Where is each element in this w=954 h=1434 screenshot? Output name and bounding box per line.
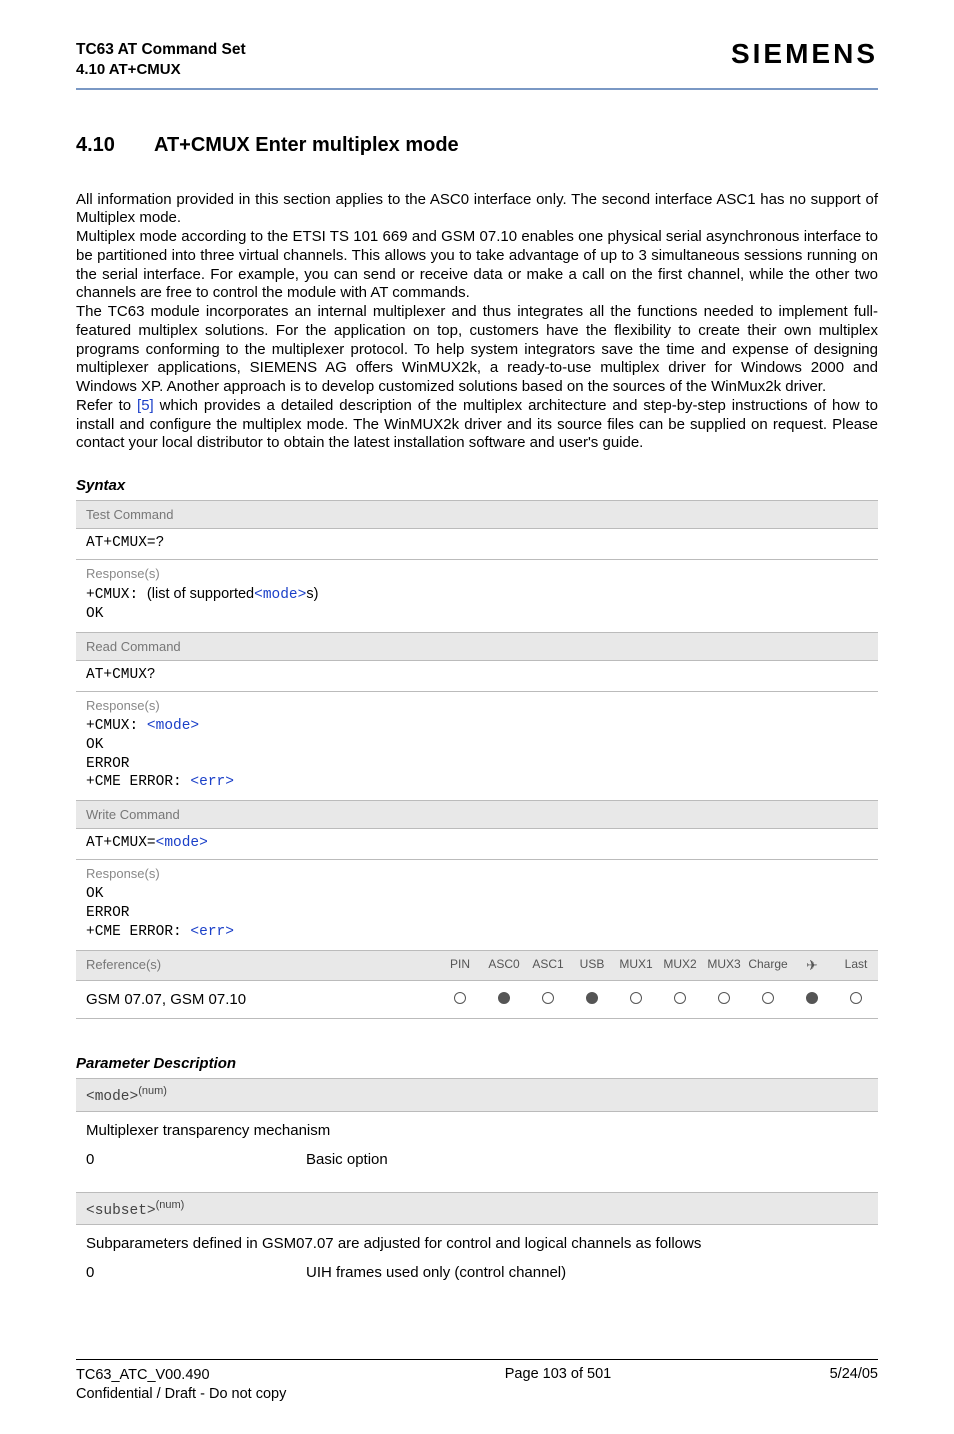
reference-value: GSM 07.07, GSM 07.10 (76, 981, 438, 1018)
footer-docid: TC63_ATC_V00.490 (76, 1366, 286, 1385)
header-subtitle: 4.10 AT+CMUX (76, 60, 246, 80)
read-command: AT+CMUX? (76, 661, 878, 692)
read-command-label: Read Command (76, 633, 878, 661)
read-resp-cme-param[interactable]: <err> (190, 774, 234, 790)
ref-col-mux2: MUX2 (658, 957, 702, 974)
write-resp-cme-param[interactable]: <err> (190, 924, 234, 940)
ref-col-mux3: MUX3 (702, 957, 746, 974)
read-response-label: Response(s) (76, 692, 878, 715)
header-title: TC63 AT Command Set (76, 40, 246, 60)
param-mode-box: <mode>(num) (76, 1078, 878, 1112)
test-command-label: Test Command (76, 501, 878, 529)
state-last-icon (850, 992, 862, 1004)
reference-header-row: Reference(s) PIN ASC0 ASC1 USB MUX1 MUX2… (76, 951, 878, 981)
footer-page: Page 103 of 501 (505, 1366, 611, 1404)
ref-col-pin: PIN (438, 957, 482, 974)
param-mode-table: 0 Basic option (76, 1151, 878, 1186)
param-subset-table: 0 UIH frames used only (control channel) (76, 1264, 878, 1299)
reference-link[interactable]: [5] (137, 397, 154, 414)
read-resp-ok: OK (86, 737, 103, 753)
param-mode-desc: Multiplexer transparency mechanism (76, 1112, 878, 1151)
state-usb-icon (586, 992, 598, 1004)
test-command: AT+CMUX=? (76, 529, 878, 560)
test-response-body: +CMUX: (list of supported<mode>s) OK (76, 583, 878, 633)
state-mux1-icon (630, 992, 642, 1004)
syntax-block: Test Command AT+CMUX=? Response(s) +CMUX… (76, 500, 878, 1019)
test-resp-mid: (list of supported (147, 586, 254, 602)
test-response-label: Response(s) (76, 560, 878, 583)
read-resp-prefix: +CMUX: (86, 718, 147, 734)
page-header: TC63 AT Command Set 4.10 AT+CMUX SIEMENS (76, 40, 878, 90)
write-command: AT+CMUX=<mode> (76, 829, 878, 860)
write-cmd-prefix: AT+CMUX= (86, 835, 156, 851)
read-resp-error: ERROR (86, 756, 130, 772)
reference-label: Reference(s) (76, 951, 438, 980)
state-asc1-icon (542, 992, 554, 1004)
body-text: All information provided in this section… (76, 191, 878, 454)
ref-col-mux1: MUX1 (614, 957, 658, 974)
body-p3: The TC63 module incorporates an internal… (76, 303, 878, 395)
footer-confidential: Confidential / Draft - Do not copy (76, 1385, 286, 1404)
read-resp-cme-prefix: +CME ERROR: (86, 774, 190, 790)
test-resp-param[interactable]: <mode> (254, 587, 306, 603)
state-airplane-icon (806, 992, 818, 1004)
param-subset-sup: (num) (156, 1199, 185, 1211)
write-resp-ok: OK (86, 886, 103, 902)
ref-col-charge: Charge (746, 957, 790, 974)
param-subset-box: <subset>(num) (76, 1192, 878, 1226)
ref-col-asc1: ASC1 (526, 957, 570, 974)
body-p4a: Refer to (76, 397, 137, 414)
brand-logo: SIEMENS (731, 38, 878, 70)
state-mux3-icon (718, 992, 730, 1004)
param-mode-sup: (num) (138, 1085, 167, 1097)
airplane-icon: ✈ (790, 957, 834, 974)
section-heading: 4.10AT+CMUX Enter multiplex mode (76, 134, 878, 157)
param-subset-val-desc: UIH frames used only (control channel) (306, 1264, 566, 1281)
ref-col-usb: USB (570, 957, 614, 974)
reference-columns: PIN ASC0 ASC1 USB MUX1 MUX2 MUX3 Charge … (438, 951, 878, 980)
read-resp-param[interactable]: <mode> (147, 718, 199, 734)
write-response-label: Response(s) (76, 860, 878, 883)
body-p1: All information provided in this section… (76, 191, 878, 227)
param-mode-name: <mode> (86, 1089, 138, 1105)
parameter-description-heading: Parameter Description (76, 1055, 878, 1072)
page-footer: TC63_ATC_V00.490 Confidential / Draft - … (76, 1359, 878, 1404)
state-pin-icon (454, 992, 466, 1004)
param-mode-val: 0 (86, 1151, 306, 1168)
test-resp-ok: OK (86, 606, 103, 622)
write-cmd-param[interactable]: <mode> (156, 835, 208, 851)
syntax-heading: Syntax (76, 477, 878, 494)
state-charge-icon (762, 992, 774, 1004)
param-mode-val-desc: Basic option (306, 1151, 388, 1168)
state-mux2-icon (674, 992, 686, 1004)
ref-col-asc0: ASC0 (482, 957, 526, 974)
read-response-body: +CMUX: <mode> OK ERROR +CME ERROR: <err> (76, 715, 878, 801)
test-resp-prefix: +CMUX: (86, 587, 147, 603)
section-number: 4.10 (76, 134, 154, 157)
reference-body-row: GSM 07.07, GSM 07.10 (76, 981, 878, 1019)
footer-date: 5/24/05 (830, 1366, 878, 1404)
state-asc0-icon (498, 992, 510, 1004)
test-resp-suffix: s) (306, 586, 318, 602)
write-resp-error: ERROR (86, 905, 130, 921)
param-subset-val: 0 (86, 1264, 306, 1281)
section-title: AT+CMUX Enter multiplex mode (154, 134, 459, 156)
reference-states (438, 982, 878, 1017)
body-p2: Multiplex mode according to the ETSI TS … (76, 228, 878, 301)
write-resp-cme-prefix: +CME ERROR: (86, 924, 190, 940)
ref-col-last: Last (834, 957, 878, 974)
body-p4b: which provides a detailed description of… (76, 397, 878, 452)
write-response-body: OK ERROR +CME ERROR: <err> (76, 883, 878, 951)
param-subset-name: <subset> (86, 1202, 156, 1218)
param-subset-desc: Subparameters defined in GSM07.07 are ad… (76, 1225, 878, 1264)
write-command-label: Write Command (76, 801, 878, 829)
